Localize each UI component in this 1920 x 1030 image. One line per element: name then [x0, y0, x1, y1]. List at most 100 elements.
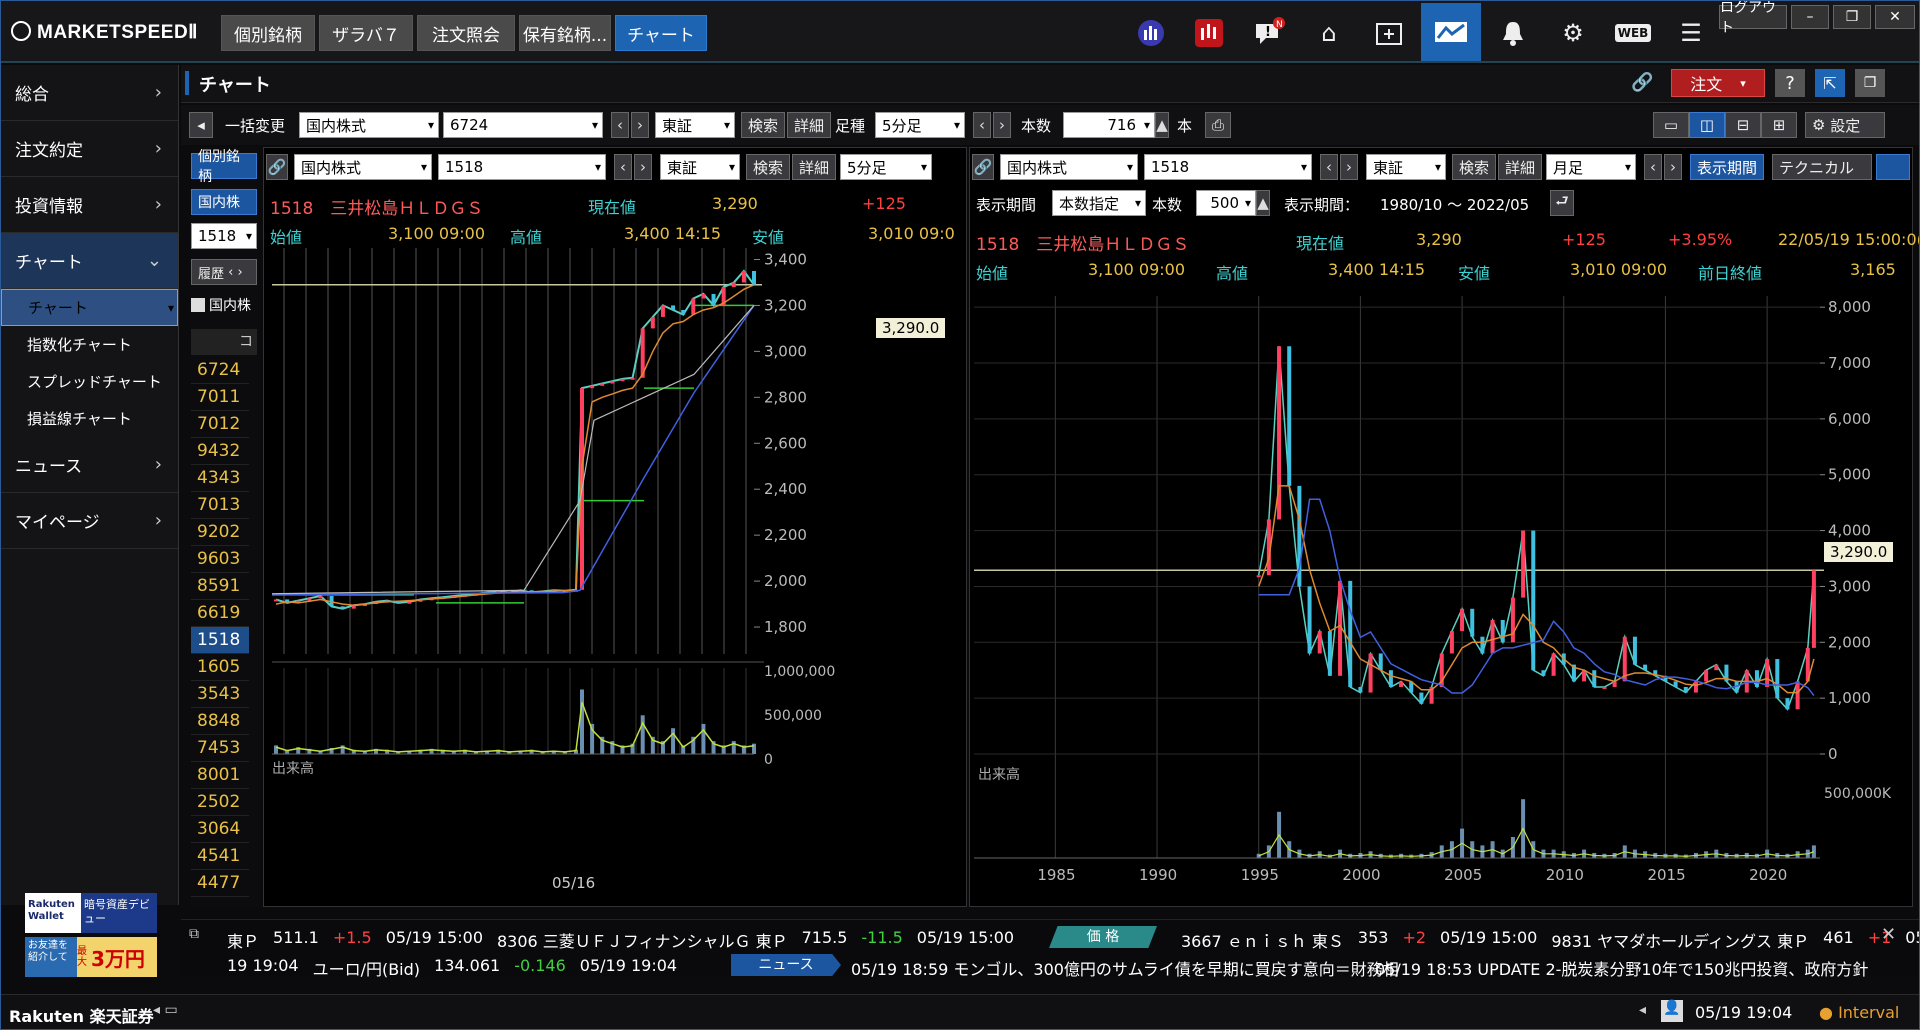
sidebar-sub-pl-chart[interactable]: 損益線チャート [1, 400, 178, 437]
list-item[interactable]: 7453 [191, 735, 249, 762]
window-icon[interactable]: ❐ [1855, 69, 1885, 97]
list-item[interactable]: 2502 [191, 789, 249, 816]
nav-tab-holdings[interactable]: 保有銘柄... [519, 15, 611, 51]
next-arrow-icon[interactable]: › [1340, 154, 1358, 180]
right-count-input[interactable]: 500 [1196, 190, 1256, 216]
list-market-button[interactable]: 国内株 [191, 189, 257, 215]
chart-window-icon[interactable] [1421, 3, 1481, 61]
period-mode-select[interactable]: 本数指定 [1052, 190, 1146, 216]
ticker-item[interactable]: 05/19 19:04 [580, 956, 677, 980]
list-item[interactable]: 3543 [191, 681, 249, 708]
ticker-item[interactable]: 05/19 15:00 [1440, 928, 1537, 952]
right-exchange-select[interactable]: 東証 [1366, 154, 1446, 180]
notice-icon[interactable]: ! N [1247, 13, 1291, 53]
history-button[interactable]: 履歴 ‹ › [191, 259, 257, 285]
list-item[interactable]: 6619 [191, 600, 249, 627]
close-window-button[interactable]: ✕ [1875, 5, 1915, 29]
left-market-select[interactable]: 国内株式 [294, 154, 432, 180]
ticker-item[interactable]: 3667 ｅｎｉｓｈ 東Ｓ [1181, 928, 1344, 952]
settings-icon[interactable]: ⚙ [1551, 13, 1595, 53]
next-arrow-icon[interactable]: › [634, 154, 652, 180]
ticker-item[interactable]: +2 [1402, 928, 1426, 952]
ticker-item[interactable]: 9831 ヤマダホールディングス 東Ｐ [1551, 928, 1809, 952]
menu-icon[interactable]: ☰ [1669, 13, 1713, 53]
nav-tab-orders[interactable]: 注文照会 [417, 15, 515, 51]
list-item[interactable]: 8591 [191, 573, 249, 600]
sidebar-item-investment-info[interactable]: 投資情報 › [1, 177, 178, 233]
ticker-item[interactable]: ユーロ/円(Bid) [313, 956, 420, 980]
sidebar-item-chart[interactable]: チャート ⌄ [1, 233, 178, 289]
list-item[interactable]: 4477 [191, 870, 249, 897]
list-item[interactable]: 7013 [191, 492, 249, 519]
close-icon[interactable]: ✕ [1881, 924, 1896, 945]
right-ashi-select[interactable]: 月足 [1546, 154, 1636, 180]
exchange-select[interactable]: 東証 [655, 112, 735, 138]
referral-banner[interactable]: お友達を紹介して 最大 3万円 [25, 937, 157, 977]
prev-arrow-icon[interactable]: ‹ [973, 112, 991, 138]
scroll-icon[interactable]: ◂ [1639, 1002, 1646, 1018]
prev-arrow-icon[interactable]: ‹ [611, 112, 629, 138]
sidebar-item-orders[interactable]: 注文約定 › [1, 121, 178, 177]
ticker-item[interactable]: 05/19 15:00 [386, 928, 483, 952]
list-item[interactable]: 9603 [191, 546, 249, 573]
news-item-2[interactable]: 05/19 18:53 UPDATE 2-脱炭素分野10年で150兆円投資、政府… [1375, 956, 1868, 980]
order-button[interactable]: 注文 ▾ [1671, 69, 1765, 97]
ticker-item[interactable]: 8306 三菱ＵＦＪフィナンシャルＧ 東Ｐ [497, 928, 788, 952]
ticker-item[interactable]: -11.5 [861, 928, 902, 952]
logout-button[interactable]: ログアウト [1719, 1, 1787, 36]
ticker-item[interactable]: 511.1 [273, 928, 319, 952]
sidebar-item-mypage[interactable]: マイページ › [1, 493, 178, 549]
collapse-icon[interactable]: ◂ [189, 112, 213, 138]
list-item[interactable]: 7011 [191, 384, 249, 411]
left-search-button[interactable]: 検索 [746, 154, 791, 180]
chart-analysis-icon[interactable] [1129, 13, 1173, 53]
list-item[interactable]: 4541 [191, 843, 249, 870]
next-arrow-icon[interactable]: › [631, 112, 649, 138]
bell-icon[interactable] [1491, 13, 1535, 53]
return-icon[interactable]: ⮐ [1550, 190, 1574, 216]
home-icon[interactable]: ⌂ [1307, 13, 1351, 53]
list-item[interactable]: 4343 [191, 465, 249, 492]
list-item[interactable]: 3064 [191, 816, 249, 843]
next-arrow-icon[interactable]: › [993, 112, 1011, 138]
ticker-item[interactable]: 東Ｐ [227, 928, 259, 952]
ticker-item[interactable]: 461 [1823, 928, 1854, 952]
layout-split-h-icon[interactable]: ⊟ [1725, 112, 1761, 138]
prev-arrow-icon[interactable]: ‹ [1644, 154, 1662, 180]
minimize-button[interactable]: – [1791, 5, 1829, 29]
help-icon[interactable]: ? [1775, 69, 1805, 97]
next-arrow-icon[interactable]: › [1664, 154, 1682, 180]
user-icon[interactable]: 👤 [1661, 1000, 1683, 1022]
right-market-select[interactable]: 国内株式 [1000, 154, 1138, 180]
popout-icon[interactable]: ⇱ [1815, 69, 1845, 97]
ticker-item[interactable]: +1.5 [333, 928, 372, 952]
sidebar-sub-index-chart[interactable]: 指数化チャート [1, 326, 178, 363]
list-item[interactable]: 1605 [191, 654, 249, 681]
news-item-1[interactable]: 05/19 18:59 モンゴル、300億円のサムライ債を早期に買戻す意向＝財務… [851, 956, 1399, 980]
layout-single-icon[interactable]: ▭ [1653, 112, 1689, 138]
list-item[interactable]: 9432 [191, 438, 249, 465]
nav-tab-zaraba[interactable]: ザラバ７ [319, 15, 413, 51]
ticker-item[interactable]: 715.5 [802, 928, 848, 952]
list-item[interactable]: 8848 [191, 708, 249, 735]
sidebar-item-news[interactable]: ニュース › [1, 437, 178, 493]
sidebar-sub-spread-chart[interactable]: スプレッドチャート [1, 363, 178, 400]
ticker-item[interactable]: 05 [1905, 928, 1919, 952]
right-detail-button[interactable]: 詳細 [1498, 154, 1543, 180]
collapse-ticker-icon[interactable]: ◂ ▭ [153, 1002, 178, 1018]
settings-button[interactable]: ⚙ 設定 [1805, 112, 1885, 138]
ranking-icon[interactable] [1187, 13, 1231, 53]
rakuten-wallet-banner[interactable]: Rakuten Wallet 暗号資産デビュー [25, 893, 157, 933]
list-code-input[interactable]: 1518 [191, 223, 257, 249]
list-item[interactable]: 8001 [191, 762, 249, 789]
list-item[interactable]: 9202 [191, 519, 249, 546]
nav-tab-stock[interactable]: 個別銘柄 [221, 15, 315, 51]
link-icon[interactable]: 🔗 [1631, 72, 1653, 93]
ticker-item[interactable]: 05/19 15:00 [917, 928, 1014, 952]
left-ashi-select[interactable]: 5分足 [840, 154, 932, 180]
left-detail-button[interactable]: 詳細 [792, 154, 837, 180]
layout-split-v-icon[interactable]: ◫ [1689, 112, 1725, 138]
left-code-select[interactable]: 1518 [438, 154, 606, 180]
link-icon[interactable]: 🔗 [972, 154, 994, 180]
restore-button[interactable]: ❐ [1833, 5, 1871, 29]
